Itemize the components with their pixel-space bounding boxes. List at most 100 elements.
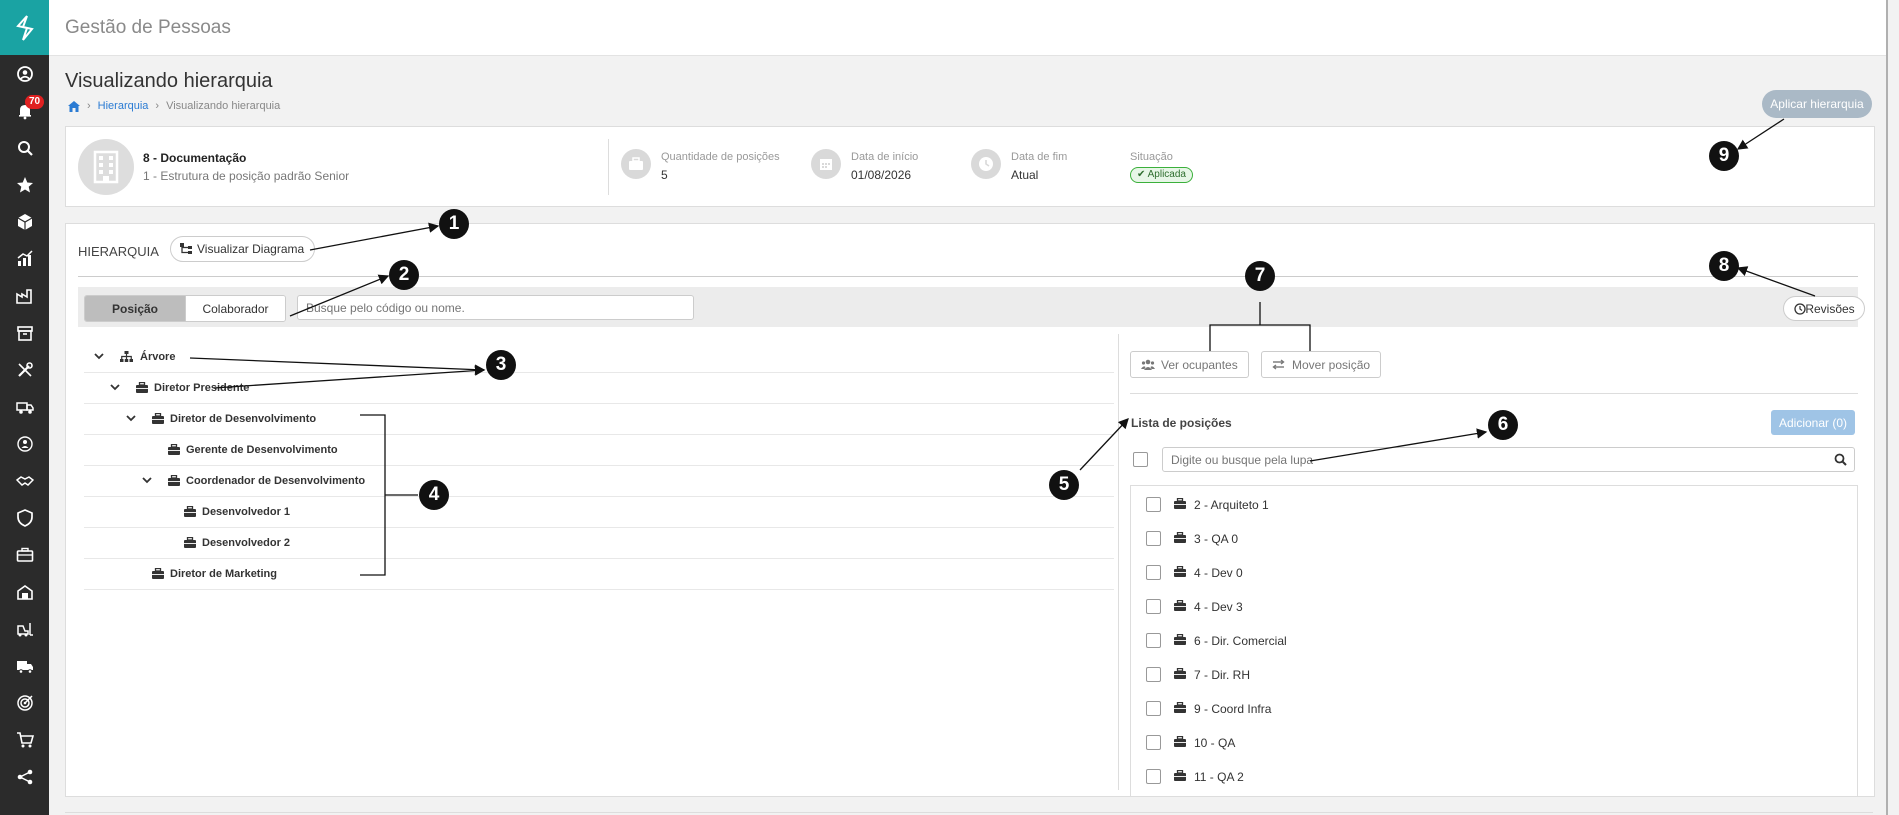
tree-node[interactable]: Diretor de Marketing: [84, 559, 1114, 590]
position-checkbox[interactable]: [1146, 599, 1161, 614]
position-checkbox[interactable]: [1146, 735, 1161, 750]
hierarchy-info-card: 8 - Documentação 1 - Estrutura de posiçã…: [65, 126, 1875, 207]
tree-node-label: Diretor Presidente: [154, 382, 250, 394]
shield-icon[interactable]: [0, 499, 49, 536]
briefcase-icon: [1174, 702, 1186, 713]
divider: [1130, 393, 1858, 394]
sidebar: 70: [0, 0, 49, 815]
list-item[interactable]: 9 - Coord Infra: [1131, 690, 1857, 724]
chart-icon[interactable]: [0, 240, 49, 277]
tree-node-label: Desenvolvedor 1: [202, 506, 291, 518]
handshake-icon[interactable]: [0, 462, 49, 499]
star-icon[interactable]: [0, 166, 49, 203]
tree-node-label: Diretor de Desenvolvimento: [170, 413, 317, 425]
position-name: 9 - Coord Infra: [1194, 702, 1272, 716]
chevron-down-icon[interactable]: [94, 351, 104, 361]
tree-node[interactable]: Coordenador de Desenvolvimento: [84, 466, 1114, 497]
list-item[interactable]: 4 - Dev 0: [1131, 554, 1857, 588]
position-checkbox[interactable]: [1146, 565, 1161, 580]
tree-node[interactable]: Desenvolvedor 2: [84, 528, 1114, 559]
select-all-checkbox[interactable]: [1133, 452, 1148, 467]
truck-loading-icon[interactable]: [0, 388, 49, 425]
list-item[interactable]: 3 - QA 0: [1131, 520, 1857, 554]
briefcase-icon: [152, 413, 164, 424]
people-cycle-icon[interactable]: [0, 425, 49, 462]
user-circle-icon[interactable]: [0, 55, 49, 92]
tree-node[interactable]: Gerente de Desenvolvimento: [84, 435, 1114, 466]
start-date-label: Data de início: [851, 151, 919, 163]
breadcrumb-link-hierarchy[interactable]: Hierarquia: [98, 100, 149, 112]
factory-icon[interactable]: [0, 277, 49, 314]
list-item[interactable]: 2 - Arquiteto 1: [1131, 486, 1857, 520]
annotation-marker-6: 6: [1488, 410, 1518, 440]
list-item[interactable]: 7 - Dir. RH: [1131, 656, 1857, 690]
filter-toolbar: Posição Colaborador Revisões: [78, 287, 1865, 327]
forklift-icon[interactable]: [0, 610, 49, 647]
list-item[interactable]: 4 - Dev 3: [1131, 588, 1857, 622]
position-checkbox[interactable]: [1146, 497, 1161, 512]
tree-node[interactable]: Diretor Presidente: [84, 373, 1114, 404]
position-checkbox[interactable]: [1146, 633, 1161, 648]
target-icon[interactable]: [0, 684, 49, 721]
list-item[interactable]: 10 - QA: [1131, 724, 1857, 758]
home-icon[interactable]: [68, 100, 80, 112]
bell-icon[interactable]: 70: [0, 92, 49, 129]
tree-node-label: Desenvolvedor 2: [202, 537, 291, 549]
briefcase-icon: [1174, 668, 1186, 679]
archive-icon[interactable]: [0, 314, 49, 351]
tree-node[interactable]: Diretor de Desenvolvimento: [84, 404, 1114, 435]
tree-node-label: Gerente de Desenvolvimento: [186, 444, 338, 456]
building-icon[interactable]: [0, 573, 49, 610]
chevron-right-icon: ›: [87, 100, 91, 112]
position-checkbox[interactable]: [1146, 769, 1161, 784]
briefcase-icon[interactable]: [0, 536, 49, 573]
status-badge: ✔ Aplicada: [1130, 167, 1193, 183]
logo-icon[interactable]: [0, 0, 49, 55]
briefcase-icon: [168, 444, 180, 455]
share-icon[interactable]: [0, 758, 49, 795]
chevron-down-icon[interactable]: [110, 382, 120, 392]
chevron-right-icon: ›: [155, 100, 160, 112]
users-icon: [1141, 359, 1155, 373]
add-position-button[interactable]: Adicionar (0): [1771, 410, 1855, 435]
divider: [78, 276, 1858, 277]
annotation-marker-4: 4: [419, 480, 449, 510]
chevron-down-icon[interactable]: [126, 413, 136, 423]
positions-search-input[interactable]: [1162, 447, 1855, 472]
search-icon[interactable]: [1834, 453, 1847, 466]
search-icon[interactable]: [0, 129, 49, 166]
tree-node[interactable]: Árvore: [84, 342, 1114, 373]
briefcase-icon: [621, 149, 651, 179]
tab-position[interactable]: Posição: [85, 296, 185, 321]
tree-search-input[interactable]: [297, 295, 694, 320]
briefcase-icon: [1174, 736, 1186, 747]
chevron-down-icon[interactable]: [142, 475, 152, 485]
apply-hierarchy-button[interactable]: Aplicar hierarquia: [1762, 90, 1872, 118]
cube-icon[interactable]: [0, 203, 49, 240]
position-checkbox[interactable]: [1146, 701, 1161, 716]
sitemap-icon: [120, 351, 133, 362]
structure-name: 1 - Estrutura de posição padrão Senior: [143, 169, 350, 183]
move-position-label: Mover posição: [1292, 357, 1371, 372]
view-diagram-button[interactable]: Visualizar Diagrama: [170, 236, 316, 262]
position-name: 4 - Dev 3: [1194, 600, 1243, 614]
view-occupants-label: Ver ocupantes: [1161, 357, 1238, 372]
list-item[interactable]: 11 - QA 2: [1131, 758, 1857, 792]
cart-icon[interactable]: [0, 721, 49, 758]
tree-node[interactable]: Desenvolvedor 1: [84, 497, 1114, 528]
move-position-button[interactable]: Mover posição: [1261, 351, 1382, 378]
view-occupants-button[interactable]: Ver ocupantes: [1130, 351, 1249, 378]
position-name: 2 - Arquiteto 1: [1194, 498, 1269, 512]
calendar-icon: [811, 149, 841, 179]
truck-icon[interactable]: [0, 647, 49, 684]
tab-collaborator[interactable]: Colaborador: [185, 296, 285, 321]
position-checkbox[interactable]: [1146, 531, 1161, 546]
annotation-marker-1: 1: [439, 209, 469, 239]
briefcase-icon: [152, 568, 164, 579]
revisions-button[interactable]: Revisões: [1783, 296, 1865, 321]
position-checkbox[interactable]: [1146, 667, 1161, 682]
tools-icon[interactable]: [0, 351, 49, 388]
list-item[interactable]: 6 - Dir. Comercial: [1131, 622, 1857, 656]
panel-divider: [1118, 334, 1119, 790]
divider: [608, 139, 609, 195]
